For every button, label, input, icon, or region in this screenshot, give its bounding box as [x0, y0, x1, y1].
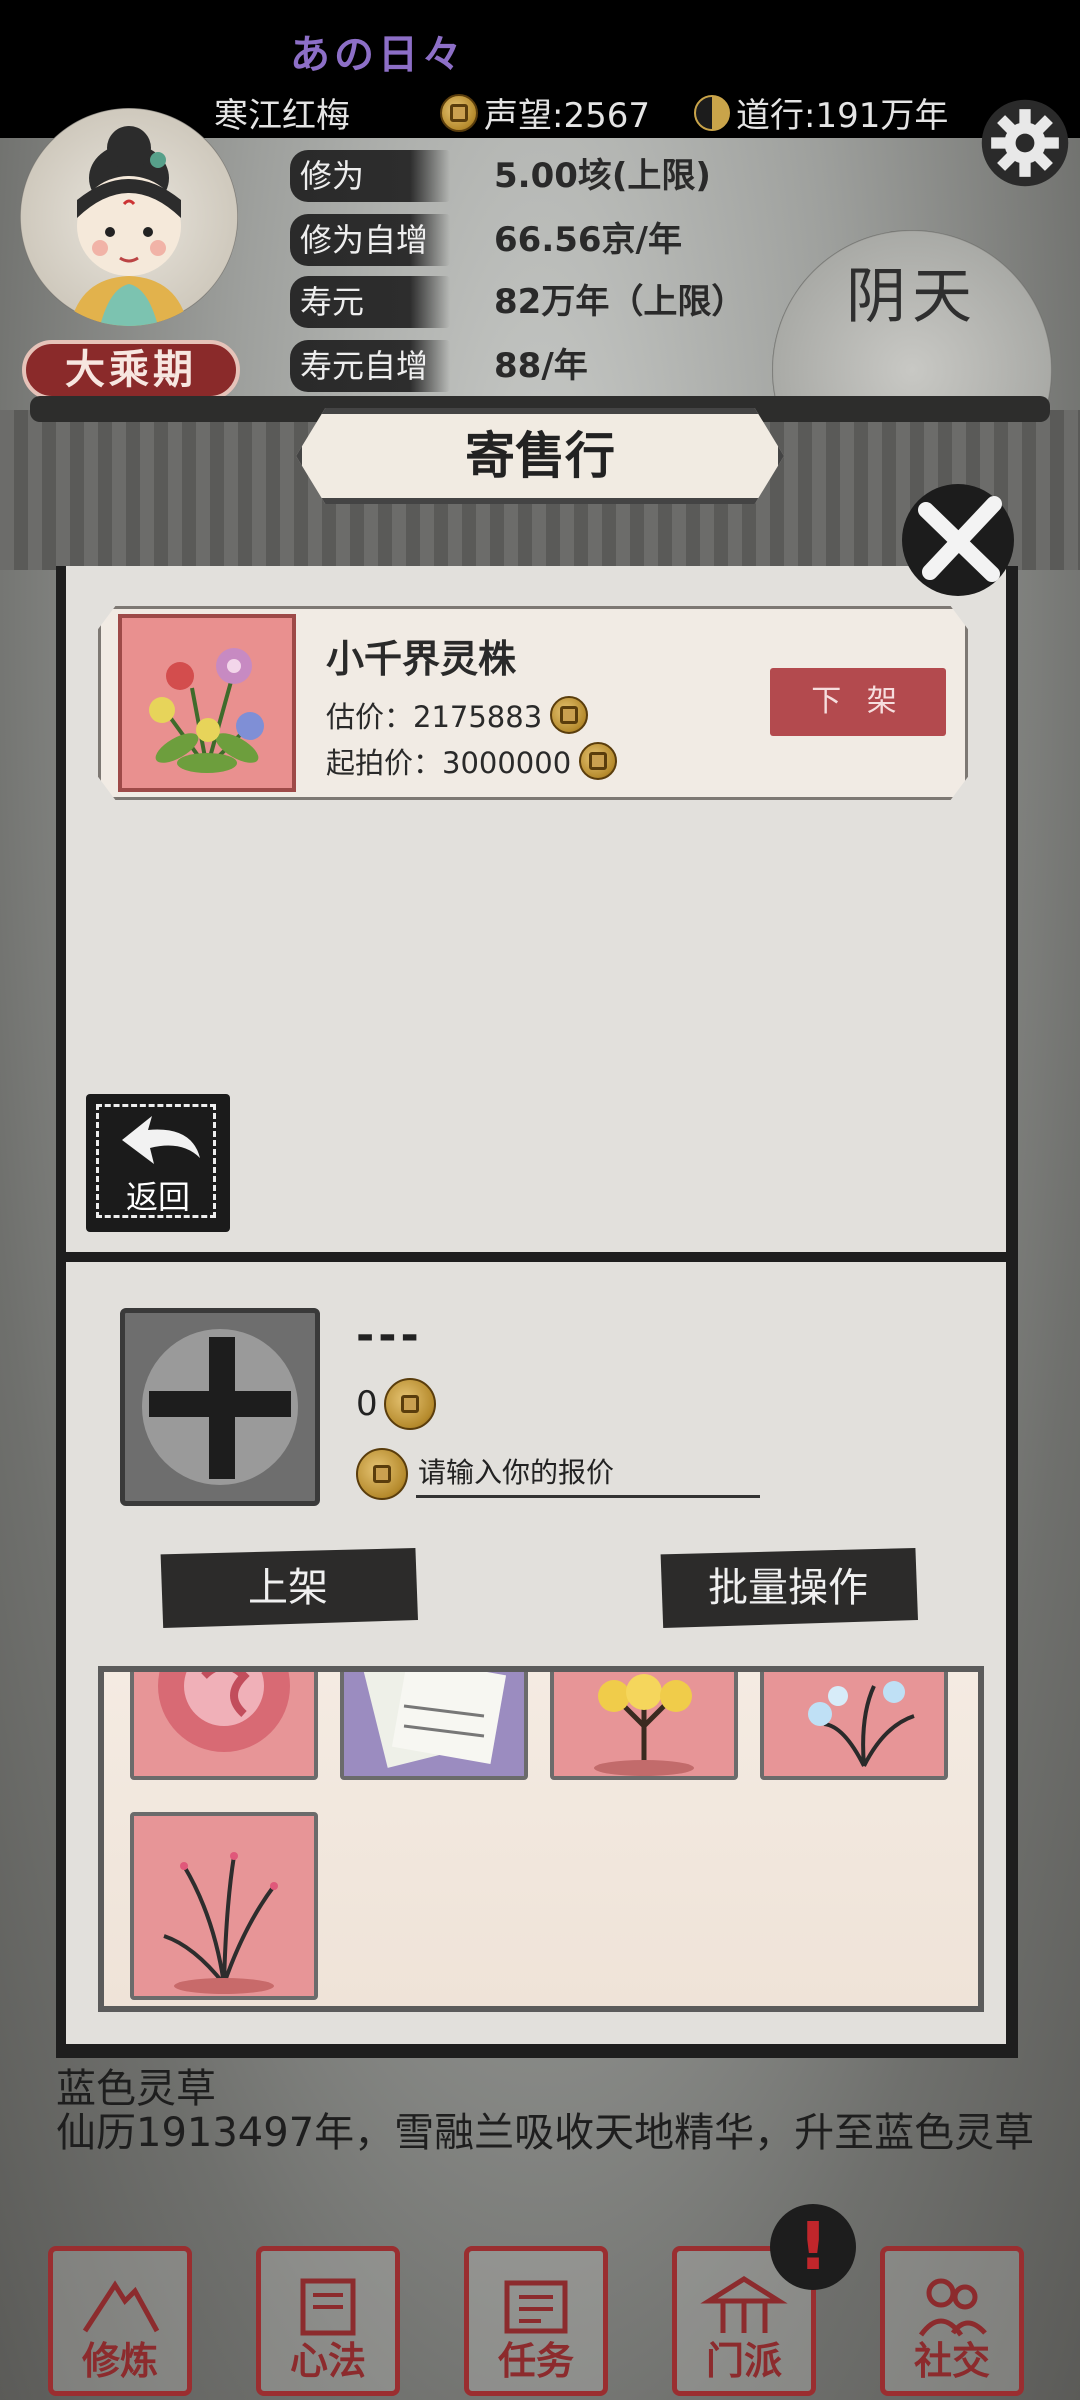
- flower-icon: [149, 648, 264, 773]
- bid-row: [356, 1448, 760, 1500]
- player-name: 寒江红梅: [214, 96, 350, 136]
- back-button[interactable]: 返回: [86, 1094, 230, 1232]
- plus-icon: [142, 1329, 298, 1485]
- realm-badge: 大乘期: [22, 340, 240, 400]
- coin-icon: [440, 93, 478, 132]
- selected-item-value: 0: [356, 1378, 436, 1430]
- nav-technique[interactable]: 心法: [256, 2246, 400, 2396]
- character-portrait-icon: [70, 126, 188, 326]
- back-label: 返回: [125, 1178, 190, 1216]
- log-line: 仙历1913497年，雪融兰吸收天地精华，升至蓝色灵草: [56, 2110, 1035, 2156]
- item-image-flower: [118, 614, 296, 792]
- daoxing-text: 道行:191万年: [736, 96, 949, 136]
- coin-icon: [579, 742, 618, 780]
- inventory-grid: [98, 1666, 984, 2012]
- batch-operation-button[interactable]: 批量操作: [660, 1548, 918, 1628]
- panel-divider: [56, 1252, 1018, 1262]
- close-icon[interactable]: [896, 474, 1024, 602]
- listing-item-name: 小千界灵株: [326, 637, 517, 681]
- stat-value: 88/年: [494, 346, 588, 386]
- stat-value: 5.00垓(上限): [494, 156, 711, 196]
- orchid-grass-icon: [163, 1852, 278, 1994]
- select-item-slot[interactable]: [120, 1308, 320, 1506]
- stat-row-cultivation: 修为 5.00垓(上限): [290, 150, 810, 204]
- inventory-item-slot[interactable]: [760, 1672, 948, 1780]
- nav-social[interactable]: 社交: [880, 2246, 1024, 2396]
- start-price-text: 起拍价：3000000: [326, 746, 572, 780]
- nav-cultivate[interactable]: 修炼: [48, 2246, 192, 2396]
- yinyang-icon: [694, 94, 730, 131]
- snow-orchid-icon: [808, 1681, 915, 1767]
- nav-label: 门派: [705, 2339, 782, 2383]
- top-title: あの日々: [290, 32, 466, 78]
- stat-label: 修为自增: [290, 214, 450, 266]
- nav-quests[interactable]: 任务: [464, 2246, 608, 2396]
- stat-label: 寿元: [290, 276, 450, 328]
- scroll-paper-icon: [363, 1672, 507, 1768]
- reputation-text: 声望:2567: [484, 96, 650, 136]
- listing-start-price: 起拍价：3000000: [326, 740, 618, 782]
- nav-label: 任务: [497, 2339, 574, 2383]
- coin-icon: [356, 1448, 408, 1500]
- stat-label: 寿元自增: [290, 340, 450, 392]
- dialog-title: 寄售行: [296, 408, 784, 504]
- inventory-item-slot[interactable]: [550, 1672, 738, 1780]
- estimate-text: 估价：2175883: [326, 700, 543, 734]
- stat-row-lifespan-growth: 寿元自增 88/年: [290, 340, 810, 394]
- golden-flower-icon: [594, 1674, 694, 1776]
- stat-row-lifespan: 寿元 82万年（上限）: [290, 276, 810, 330]
- listing-estimate: 估价：2175883: [326, 694, 589, 736]
- unlist-button[interactable]: 下 架: [770, 668, 946, 736]
- coin-icon: [550, 696, 589, 734]
- weather-text: 阴天: [846, 262, 978, 332]
- nav-label: 修炼: [81, 2339, 158, 2383]
- swirl-talisman-icon: [158, 1672, 290, 1752]
- notification-alert-icon[interactable]: !: [770, 2204, 856, 2290]
- event-log: 蓝色灵草 仙历1913497年，雪融兰吸收天地精华，升至蓝色灵草: [20, 2044, 1064, 2224]
- inventory-item-slot[interactable]: [130, 1812, 318, 2000]
- settings-gear-icon[interactable]: [978, 96, 1072, 190]
- stat-row-cultivation-growth: 修为自增 66.56京/年: [290, 214, 810, 268]
- nav-label: 心法: [289, 2339, 366, 2383]
- reputation-stat: 声望:2567: [440, 88, 650, 137]
- item-value-text: 0: [356, 1384, 378, 1424]
- stat-value: 82万年（上限）: [494, 282, 746, 322]
- coin-icon: [383, 1378, 436, 1430]
- selected-item-name: ---: [356, 1310, 423, 1361]
- list-button[interactable]: 上架: [160, 1548, 418, 1628]
- player-avatar[interactable]: [20, 108, 238, 326]
- bid-input[interactable]: [416, 1450, 760, 1498]
- bottom-nav: 修炼 心法 任务 门派 社交: [0, 2230, 1080, 2400]
- daoxing-stat: 道行:191万年: [694, 88, 948, 137]
- stat-value: 66.56京/年: [494, 220, 682, 260]
- inventory-item-slot[interactable]: [340, 1672, 528, 1780]
- stat-label: 修为: [290, 150, 450, 202]
- nav-label: 社交: [913, 2339, 990, 2383]
- back-arrow-icon: [122, 1116, 200, 1164]
- inventory-item-slot[interactable]: [130, 1672, 318, 1780]
